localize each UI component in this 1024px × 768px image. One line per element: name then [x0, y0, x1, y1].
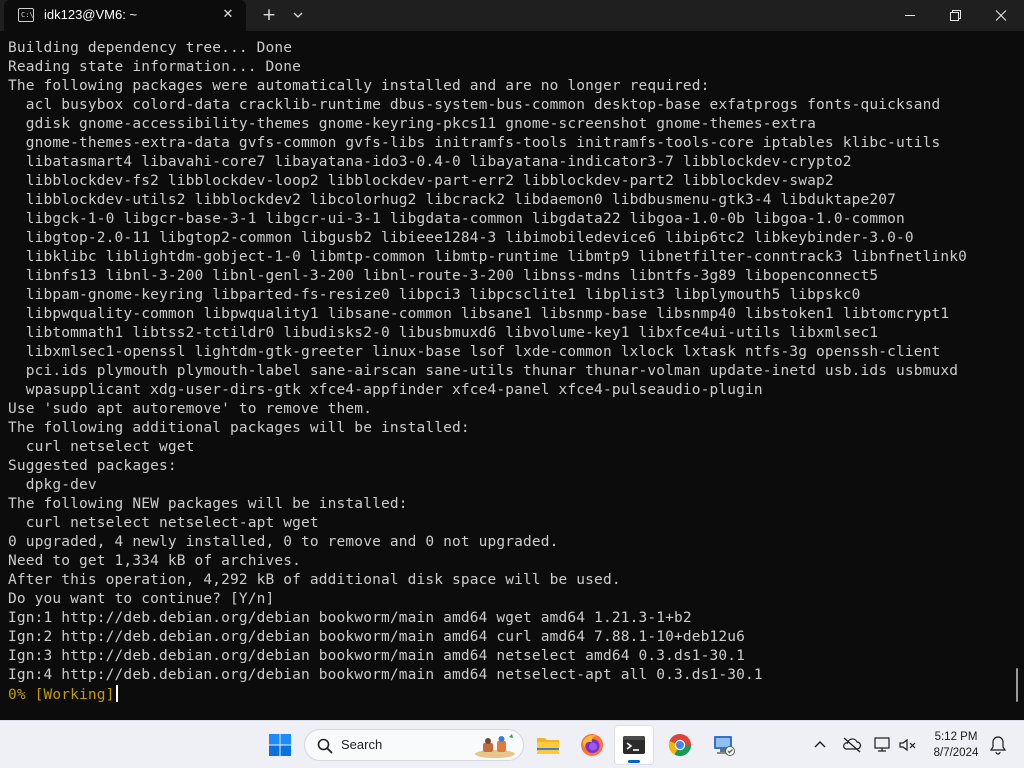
terminal-line: Do you want to continue? [Y/n]	[8, 591, 275, 607]
terminal-line: libtommath1 libtss2-tctildr0 libudisks2-…	[8, 325, 879, 341]
bell-icon	[989, 736, 1007, 755]
terminal-line: The following additional packages will b…	[8, 420, 470, 436]
cloud-offline-icon	[843, 737, 862, 753]
system-clock[interactable]: 5:12 PM 8/7/2024	[920, 729, 992, 761]
terminal-line: gdisk gnome-accessibility-themes gnome-k…	[8, 116, 817, 132]
terminal-status-line: 0% [Working]	[8, 685, 1008, 704]
terminal-line: libklibc liblightdm-gobject-1-0 libmtp-c…	[8, 249, 968, 265]
maximize-button[interactable]	[932, 0, 978, 31]
start-button[interactable]	[260, 725, 300, 765]
terminal-icon	[623, 736, 645, 754]
volume-button[interactable]	[896, 733, 920, 757]
taskbar-search[interactable]: Search	[304, 729, 524, 761]
terminal-line: Suggested packages:	[8, 458, 177, 474]
search-label: Search	[341, 737, 383, 752]
terminal-line: libgck-1-0 libgcr-base-3-1 libgcr-ui-3-1…	[8, 211, 905, 227]
terminal-line: Need to get 1,334 kB of archives.	[8, 553, 302, 569]
chevron-up-icon	[814, 741, 826, 748]
folder-icon	[537, 738, 559, 754]
windows-logo-icon	[269, 734, 291, 756]
clock-date: 8/7/2024	[933, 747, 979, 759]
terminal-line: libatasmart4 libavahi-core7 libayatana-i…	[8, 154, 852, 170]
chrome-icon	[668, 733, 691, 756]
terminal-line: After this operation, 4,292 kB of additi…	[8, 572, 621, 588]
terminal-line: 0 upgraded, 4 newly installed, 0 to remo…	[8, 534, 559, 550]
terminal-line: The following NEW packages will be insta…	[8, 496, 408, 512]
terminal-line: Reading state information... Done	[8, 59, 302, 75]
taskbar: Search 5:12 PM 8/7/2024	[0, 720, 1024, 768]
close-tab-button[interactable]: ✕	[218, 5, 238, 25]
terminal-line: curl netselect wget	[8, 439, 195, 455]
terminal-line: libblockdev-utils2 libblockdev2 libcolor…	[8, 192, 896, 208]
close-window-button[interactable]	[978, 0, 1024, 31]
terminal-line: libxmlsec1-openssl lightdm-gtk-greeter l…	[8, 344, 941, 360]
network-button[interactable]	[872, 733, 896, 757]
active-indicator	[628, 760, 640, 763]
close-icon	[995, 10, 1007, 21]
terminal-line: The following packages were automaticall…	[8, 78, 710, 94]
terminal-output[interactable]: Building dependency tree... Done Reading …	[8, 39, 1008, 704]
minimize-icon	[905, 15, 915, 16]
terminal-line: libpwquality-common libpwquality1 libsan…	[8, 306, 950, 322]
terminal-window: C:\ idk123@VM6: ~ ✕ + Building dependenc…	[0, 0, 1024, 720]
terminal-line: Ign:4 http://deb.debian.org/debian bookw…	[8, 667, 763, 683]
notifications-button[interactable]	[986, 733, 1010, 757]
terminal-line: libpam-gnome-keyring libparted-fs-resize…	[8, 287, 861, 303]
firefox-icon	[581, 734, 603, 756]
terminal-button[interactable]	[614, 725, 654, 765]
search-highlight-icon	[475, 734, 515, 758]
chrome-button[interactable]	[660, 725, 700, 765]
new-tab-button[interactable]: +	[258, 4, 280, 26]
terminal-line: Building dependency tree... Done	[8, 40, 293, 56]
title-bar[interactable]: C:\ idk123@VM6: ~ ✕ +	[0, 0, 1024, 31]
terminal-line: Use 'sudo apt autoremove' to remove them…	[8, 401, 373, 417]
speaker-muted-icon	[899, 738, 916, 752]
clock-time: 5:12 PM	[934, 731, 978, 743]
terminal-line: wpasupplicant xdg-user-dirs-gtk xfce4-ap…	[8, 382, 763, 398]
firefox-button[interactable]	[572, 725, 612, 765]
remote-desktop-button[interactable]	[704, 725, 744, 765]
terminal-line: acl busybox colord-data cracklib-runtime…	[8, 97, 941, 113]
network-icon	[874, 737, 890, 752]
search-icon	[317, 738, 333, 754]
text-cursor	[115, 685, 118, 702]
terminal-line: gnome-themes-extra-data gvfs-common gvfs…	[8, 135, 941, 151]
terminal-line: curl netselect netselect-apt wget	[8, 515, 319, 531]
chevron-down-icon	[293, 12, 303, 18]
minimize-button[interactable]	[887, 0, 933, 31]
file-explorer-button[interactable]	[528, 725, 568, 765]
terminal-line: libgtop-2.0-11 libgtop2-common libgusb2 …	[8, 230, 914, 246]
tab-title: idk123@VM6: ~	[44, 7, 138, 22]
remote-desktop-icon	[714, 736, 735, 756]
restore-icon	[950, 10, 961, 21]
terminal-line: libblockdev-fs2 libblockdev-loop2 libblo…	[8, 173, 834, 189]
terminal-line: Ign:3 http://deb.debian.org/debian bookw…	[8, 648, 746, 664]
scrollbar-thumb[interactable]	[1016, 668, 1018, 702]
terminal-line: Ign:2 http://deb.debian.org/debian bookw…	[8, 629, 746, 645]
tab-dropdown-button[interactable]	[288, 4, 308, 26]
tray-sync-status[interactable]	[840, 733, 864, 757]
tab-terminal[interactable]: C:\ idk123@VM6: ~ ✕	[4, 0, 246, 31]
terminal-line: pci.ids plymouth plymouth-label sane-air…	[8, 363, 959, 379]
status-text: 0% [Working]	[8, 687, 115, 703]
terminal-line: libnfs13 libnl-3-200 libnl-genl-3-200 li…	[8, 268, 879, 284]
terminal-line: dpkg-dev	[8, 477, 97, 493]
terminal-line: Ign:1 http://deb.debian.org/debian bookw…	[8, 610, 692, 626]
console-icon: C:\	[18, 8, 34, 22]
show-hidden-icons-button[interactable]	[808, 733, 832, 757]
